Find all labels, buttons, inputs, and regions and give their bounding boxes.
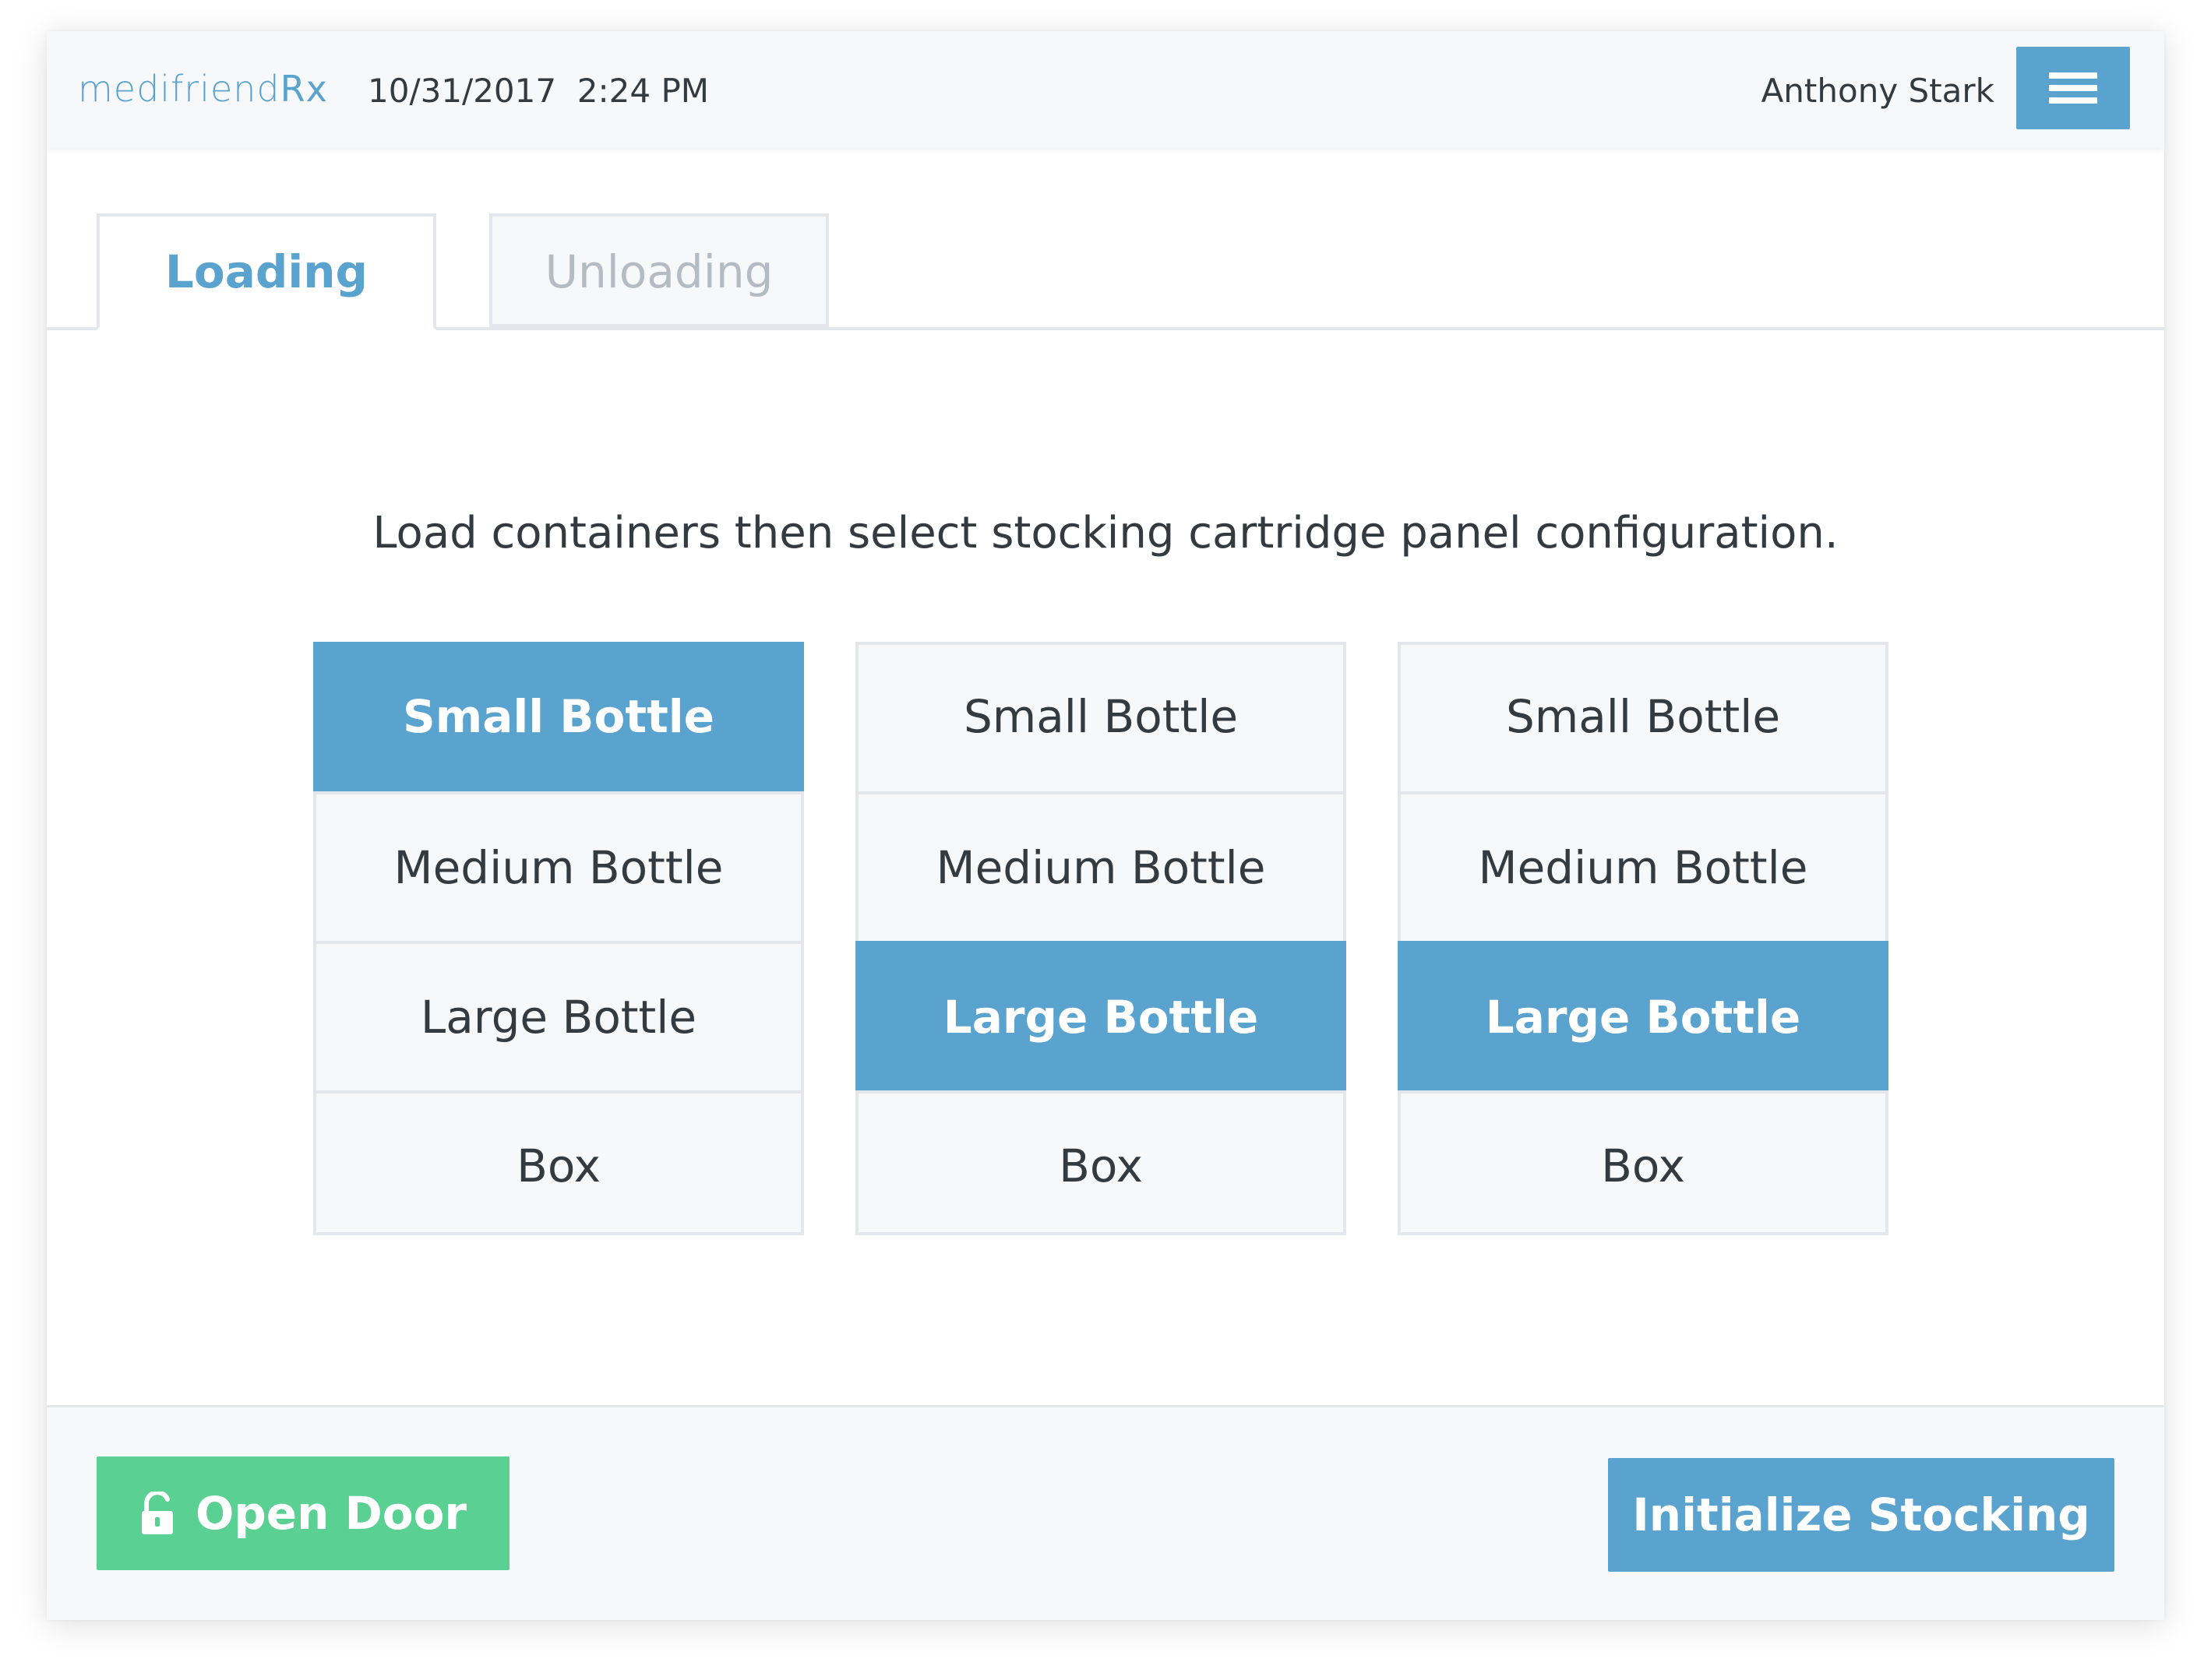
panel-2-option-box[interactable]: Box xyxy=(855,1090,1346,1238)
panel-2-option-large-bottle[interactable]: Large Bottle xyxy=(855,941,1346,1090)
app-window: medifriendRx 10/31/2017 2:24 PM Anthony … xyxy=(47,31,2164,1620)
panel-1-option-large-bottle[interactable]: Large Bottle xyxy=(313,941,804,1090)
panel-3-option-medium-bottle[interactable]: Medium Bottle xyxy=(1398,791,1888,941)
app-logo: medifriendRx xyxy=(78,68,328,110)
tab-loading[interactable]: Loading xyxy=(97,213,436,330)
panel-1-option-medium-bottle[interactable]: Medium Bottle xyxy=(313,791,804,941)
instruction-text: Load containers then select stocking car… xyxy=(372,508,1839,558)
open-door-label: Open Door xyxy=(195,1487,467,1540)
cartridge-panel-2: Small Bottle Medium Bottle Large Bottle … xyxy=(855,642,1346,1235)
menu-button[interactable] xyxy=(2016,47,2130,129)
user-name: Anthony Stark xyxy=(1761,72,1994,110)
unlock-icon xyxy=(141,1492,173,1534)
top-bar: medifriendRx 10/31/2017 2:24 PM Anthony … xyxy=(47,31,2164,148)
cartridge-panel-3: Small Bottle Medium Bottle Large Bottle … xyxy=(1398,642,1888,1235)
panel-2-option-small-bottle[interactable]: Small Bottle xyxy=(855,642,1346,791)
initialize-stocking-button[interactable]: Initialize Stocking xyxy=(1608,1458,2114,1572)
panel-3-option-large-bottle[interactable]: Large Bottle xyxy=(1398,941,1888,1090)
panel-3-option-box[interactable]: Box xyxy=(1398,1090,1888,1238)
panel-3-option-small-bottle[interactable]: Small Bottle xyxy=(1398,642,1888,791)
tab-unloading[interactable]: Unloading xyxy=(489,213,829,327)
open-door-button[interactable]: Open Door xyxy=(97,1456,510,1570)
logo-text: medifriend xyxy=(78,68,280,110)
cartridge-panel-1: Small Bottle Medium Bottle Large Bottle … xyxy=(313,642,804,1235)
current-datetime: 10/31/2017 2:24 PM xyxy=(368,72,710,110)
panel-2-option-medium-bottle[interactable]: Medium Bottle xyxy=(855,791,1346,941)
logo-rx-text: Rx xyxy=(280,68,328,110)
panel-1-option-small-bottle[interactable]: Small Bottle xyxy=(313,642,804,791)
panel-1-option-box[interactable]: Box xyxy=(313,1090,804,1238)
